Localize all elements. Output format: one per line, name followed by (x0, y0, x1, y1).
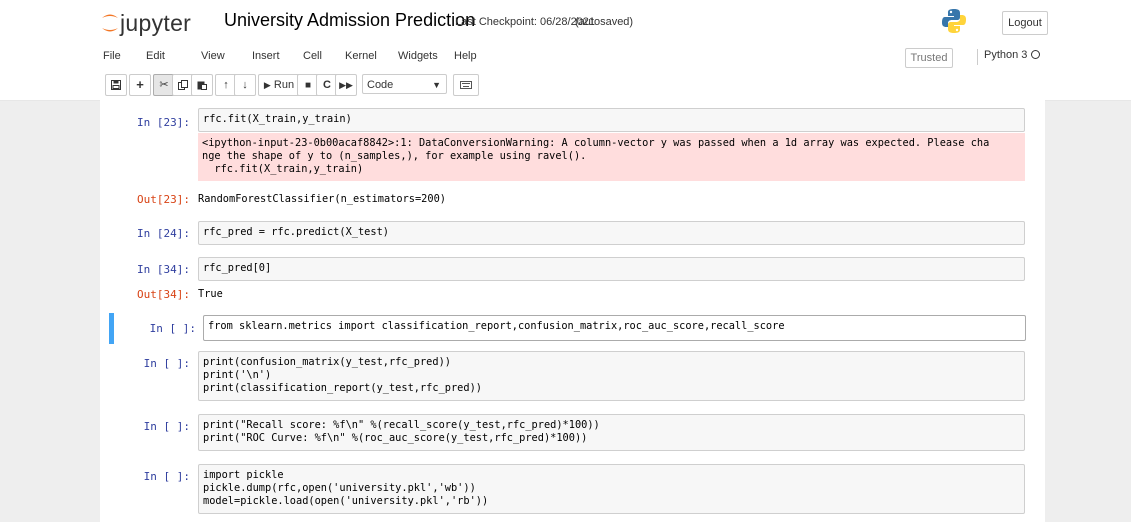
output-prompt: Out[34]: (137, 288, 190, 301)
kernel-idle-icon (1031, 50, 1041, 59)
autosave-status: (autosaved) (575, 16, 634, 28)
cell-type-select[interactable]: Code ▼ (362, 74, 447, 94)
restart-run-all-button[interactable]: ▶▶ (335, 74, 357, 96)
move-down-icon: ↓ (242, 79, 248, 91)
save-button[interactable] (105, 74, 127, 96)
add-cell-icon: + (136, 77, 144, 92)
menu-insert[interactable]: Insert (252, 50, 280, 62)
python-logo-icon (942, 9, 966, 33)
paste-button[interactable] (191, 74, 213, 96)
input-prompt: In [34]: (137, 263, 190, 276)
input-prompt: In [ ]: (143, 357, 190, 370)
copy-icon (178, 80, 188, 91)
menu-widgets[interactable]: Widgets (398, 50, 438, 62)
input-prompt: In [ ]: (143, 420, 190, 433)
code-text: rfc_pred = rfc.predict(X_test) (203, 226, 389, 238)
input-prompt: In [24]: (137, 227, 190, 240)
output-prompt: Out[23]: (137, 193, 190, 206)
kernel-name: Python 3 (984, 49, 1028, 61)
jupyter-logo-text: jupyter (120, 10, 192, 36)
save-icon (111, 80, 121, 91)
menu-file[interactable]: File (103, 50, 121, 62)
jupyter-logo[interactable]: jupyter (100, 10, 220, 36)
notebook-title[interactable]: University Admission Prediction (224, 10, 475, 31)
command-palette-button[interactable] (453, 74, 479, 96)
run-icon: ▶ (263, 80, 271, 90)
cell-input[interactable]: print("Recall score: %f\n" %(recall_scor… (198, 414, 1025, 451)
input-prompt: In [23]: (137, 116, 190, 129)
restart-icon: C (323, 79, 331, 91)
insert-cell-button[interactable]: + (129, 74, 151, 96)
input-prompt: In [ ]: (143, 470, 190, 483)
menubar: File Edit View Insert Cell Kernel Widget… (100, 44, 1045, 70)
cell-type-value: Code (367, 79, 394, 91)
jupyter-header: jupyter University Admission Prediction … (0, 0, 1131, 101)
fast-forward-icon: ▶▶ (339, 80, 353, 90)
cell-input[interactable]: print(confusion_matrix(y_test,rfc_pred))… (198, 351, 1025, 401)
keyboard-icon (460, 81, 472, 90)
cell-input[interactable]: rfc_pred[0] (198, 257, 1025, 281)
run-button[interactable]: ▶ Run (258, 74, 300, 96)
cut-icon: ✂ (159, 79, 169, 91)
jupyter-orbit-icon (102, 14, 118, 32)
cell-input[interactable]: from sklearn.metrics import classificati… (203, 315, 1026, 341)
move-up-icon: ↑ (223, 79, 229, 91)
cell-output: True (198, 288, 223, 300)
menu-help[interactable]: Help (454, 50, 477, 62)
trusted-indicator[interactable]: Trusted (905, 48, 953, 68)
menu-edit[interactable]: Edit (146, 50, 165, 62)
stop-icon: ■ (304, 80, 312, 91)
cell-input[interactable]: import pickle pickle.dump(rfc,open('univ… (198, 464, 1025, 514)
move-down-button[interactable]: ↓ (234, 74, 256, 96)
paste-icon (197, 81, 207, 91)
cell-input[interactable]: rfc_pred = rfc.predict(X_test) (198, 221, 1025, 245)
chevron-down-icon: ▼ (432, 80, 441, 90)
menu-kernel[interactable]: Kernel (345, 50, 377, 62)
kernel-indicator: Python 3 (977, 49, 1041, 65)
logout-button[interactable]: Logout (1002, 11, 1048, 35)
input-prompt: In [ ]: (149, 322, 196, 335)
run-label: Run (273, 79, 295, 91)
notebook-container: In [23]: rfc.fit(X_train,y_train) <ipyth… (100, 100, 1045, 522)
menu-view[interactable]: View (201, 50, 225, 62)
stderr-output: <ipython-input-23-0b00acaf8842>:1: DataC… (198, 133, 1025, 181)
cell-output: RandomForestClassifier(n_estimators=200) (198, 193, 446, 205)
menu-cell[interactable]: Cell (303, 50, 322, 62)
cell-input[interactable]: rfc.fit(X_train,y_train) (198, 108, 1025, 132)
